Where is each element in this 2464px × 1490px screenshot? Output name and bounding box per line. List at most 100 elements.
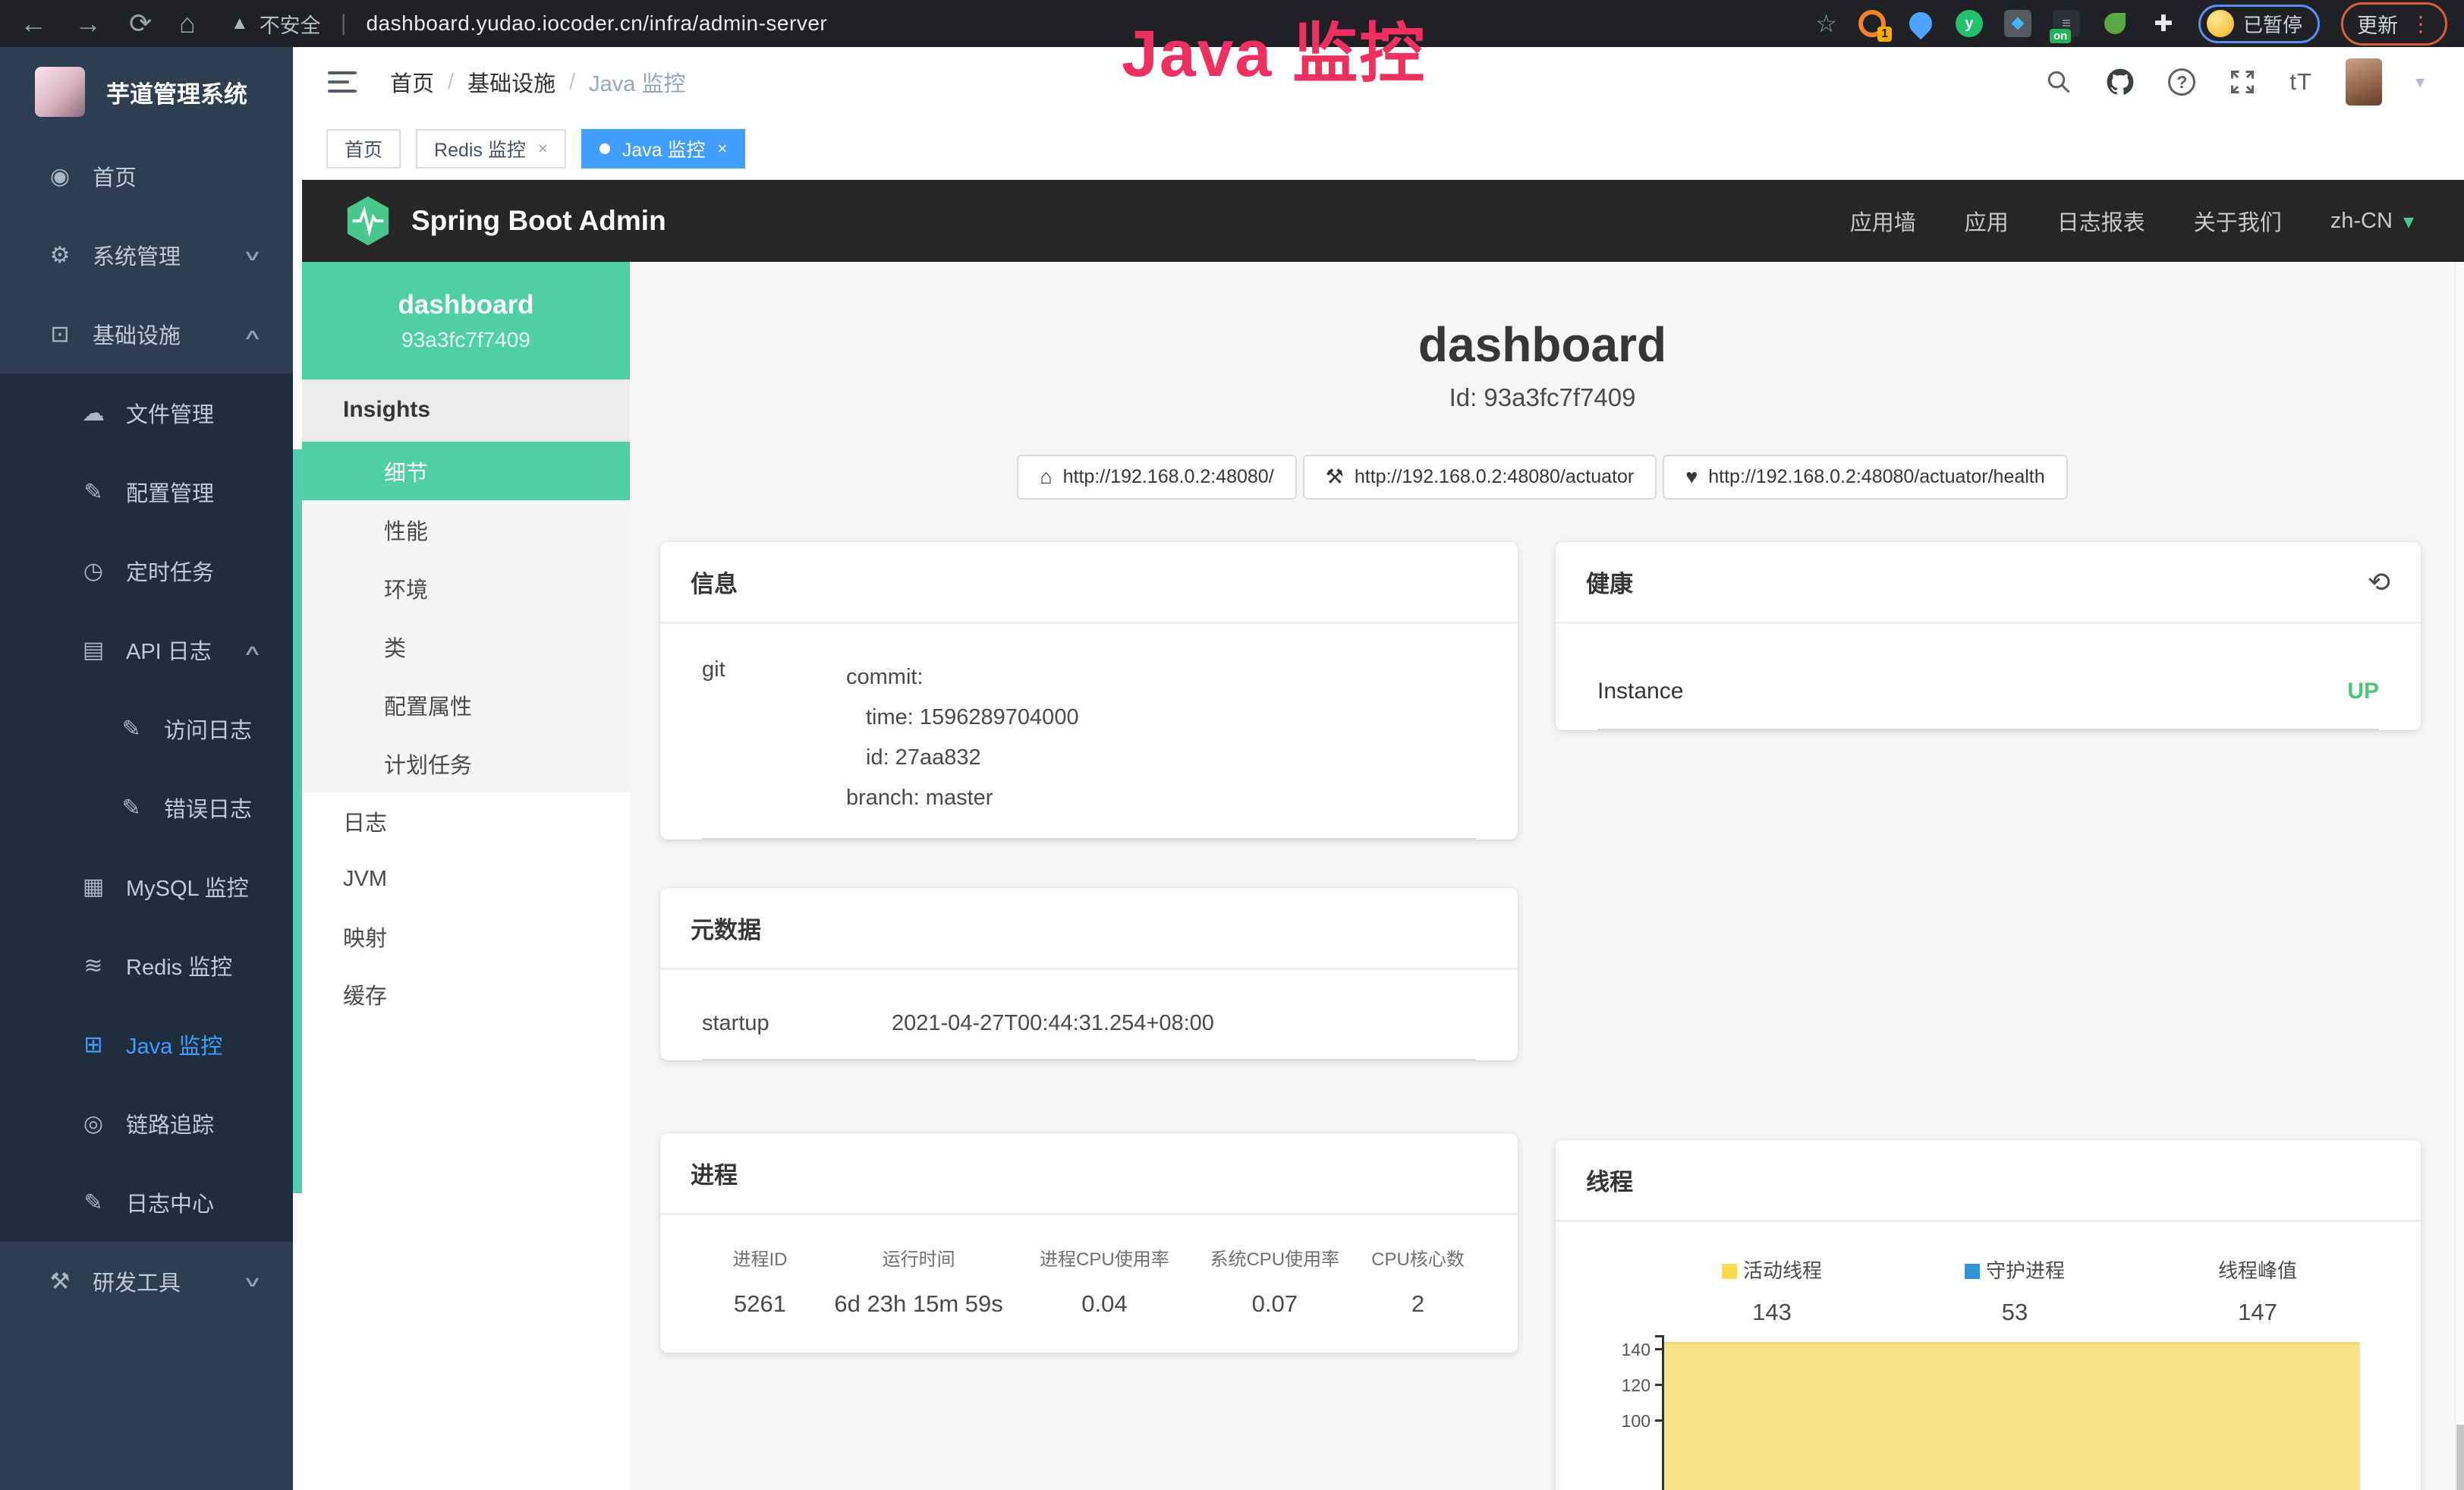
- browser-toolbar: ← → ⟳ ⌂ ▲ 不安全 | dashboard.yudao.iocoder.…: [0, 0, 2464, 47]
- sidebar-item-java-monitor[interactable]: ⊞ Java 监控: [0, 1005, 293, 1084]
- close-icon[interactable]: ×: [718, 139, 728, 159]
- y-tick-100: 100: [1597, 1411, 1651, 1432]
- user-avatar[interactable]: [2346, 58, 2382, 106]
- update-label: 更新: [2357, 9, 2398, 39]
- browser-menu-icon[interactable]: ⋮: [2410, 11, 2431, 36]
- timer-icon: ◷: [76, 558, 111, 584]
- sidebar-item-log-center[interactable]: ✎ 日志中心: [0, 1163, 293, 1242]
- breadcrumb-home[interactable]: 首页: [390, 66, 434, 98]
- extension-pin-icon[interactable]: [1907, 10, 1934, 37]
- health-url-button[interactable]: ♥ http://192.168.0.2:48080/actuator/heal…: [1663, 455, 2067, 499]
- tag-home[interactable]: 首页: [326, 129, 401, 169]
- extension-grid-icon[interactable]: [2004, 10, 2031, 37]
- tag-java-monitor[interactable]: Java 监控 ×: [581, 129, 746, 169]
- chevron-down-icon: ▾: [2403, 209, 2414, 234]
- metadata-row-startup: startup 2021-04-27T00:44:31.254+08:00: [702, 970, 1476, 1060]
- back-icon[interactable]: ←: [20, 8, 47, 39]
- address-separator: |: [341, 11, 347, 36]
- sba-item-jvm[interactable]: JVM: [302, 850, 630, 908]
- sidebar-item-config-manage[interactable]: ✎ 配置管理: [0, 452, 293, 531]
- sba-nav-journal[interactable]: 日志报表: [2057, 205, 2145, 237]
- axis-tick: [1655, 1384, 1662, 1386]
- reload-icon[interactable]: ⟳: [129, 8, 152, 39]
- sba-nav-wallboard[interactable]: 应用墙: [1850, 205, 1916, 237]
- health-row-instance[interactable]: Instance UP: [1597, 624, 2379, 730]
- sidebar-item-label: Java 监控: [126, 1029, 222, 1060]
- sba-item-mappings[interactable]: 映射: [302, 908, 630, 966]
- sidebar-item-redis-monitor[interactable]: ≋ Redis 监控: [0, 926, 293, 1005]
- sba-item-config-props[interactable]: 配置属性: [302, 676, 630, 734]
- extensions-puzzle-icon[interactable]: ✚: [2150, 10, 2177, 37]
- history-icon[interactable]: ⟲: [2368, 566, 2390, 598]
- edit-square-icon: ✎: [114, 795, 149, 821]
- sba-locale-select[interactable]: zh-CN ▾: [2330, 209, 2414, 234]
- live-threads-area: [1664, 1342, 2360, 1490]
- sidebar-item-home[interactable]: ◉ 首页: [0, 137, 293, 216]
- extension-colorzilla-icon[interactable]: 1: [1858, 10, 1886, 37]
- page-title: dashboard: [630, 317, 2455, 373]
- threads-area-chart: 140 120 100: [1597, 1340, 2360, 1490]
- url-text[interactable]: dashboard.yudao.iocoder.cn/infra/admin-s…: [366, 11, 827, 36]
- fullscreen-icon[interactable]: [2229, 68, 2256, 96]
- sidebar-item-label: 定时任务: [126, 555, 214, 587]
- address-bar[interactable]: ▲ 不安全 | dashboard.yudao.iocoder.cn/infra…: [231, 9, 827, 39]
- sidebar-collapse-icon[interactable]: [328, 71, 357, 93]
- page-scrollbar-thumb[interactable]: [2456, 1425, 2464, 1490]
- sidebar-item-api-log[interactable]: ▤ API 日志 ∧: [0, 610, 293, 689]
- browser-update-button[interactable]: 更新 ⋮: [2341, 2, 2447, 46]
- sba-item-scheduled-tasks[interactable]: 计划任务: [302, 734, 630, 792]
- sba-item-details[interactable]: 细节: [302, 442, 630, 500]
- sidebar-item-label: 错误日志: [164, 792, 252, 824]
- sidebar-item-mysql-monitor[interactable]: ▦ MySQL 监控: [0, 847, 293, 926]
- sidebar-item-dev-tools[interactable]: ⚒ 研发工具 ∨: [0, 1242, 293, 1321]
- sba-item-logs[interactable]: 日志: [302, 792, 630, 850]
- extension-switch-icon[interactable]: ≡ on: [2053, 10, 2080, 37]
- sba-section-insights: Insights: [302, 380, 630, 442]
- stack-icon: ≋: [76, 953, 111, 979]
- tag-redis-monitor[interactable]: Redis 监控 ×: [416, 129, 566, 169]
- sba-item-metrics[interactable]: 性能: [302, 500, 630, 559]
- user-menu-caret-icon[interactable]: ▾: [2415, 71, 2425, 93]
- sidebar-item-access-log[interactable]: ✎ 访问日志: [0, 689, 293, 768]
- sidebar-item-system[interactable]: ⚙ 系统管理 ∨: [0, 216, 293, 295]
- sba-item-caches[interactable]: 缓存: [302, 966, 630, 1023]
- iframe-scrollbar-thumb[interactable]: [293, 449, 302, 1193]
- legend-live-value: 143: [1651, 1299, 1893, 1326]
- extension-leaf-icon[interactable]: [2101, 10, 2129, 37]
- breadcrumb-separator: /: [569, 70, 575, 95]
- bookmark-star-icon[interactable]: ☆: [1815, 9, 1837, 38]
- actuator-url-button[interactable]: ⚒ http://192.168.0.2:48080/actuator: [1303, 455, 1657, 499]
- sba-nav-about[interactable]: 关于我们: [2194, 205, 2282, 237]
- sidebar-item-file-manage[interactable]: ☁ 文件管理: [0, 373, 293, 452]
- screen-icon: ⊞: [76, 1032, 111, 1058]
- sidebar-submenu-infra: ☁ 文件管理 ✎ 配置管理 ◷ 定时任务 ▤ API 日志 ∧ ✎ 访问日志 ✎…: [0, 373, 293, 1242]
- sidebar-item-tracing[interactable]: ◎ 链路追踪: [0, 1084, 293, 1163]
- help-icon[interactable]: ?: [2168, 68, 2195, 96]
- iframe-scrollbar[interactable]: [293, 68, 302, 1490]
- profile-paused-pill[interactable]: 已暂停: [2198, 5, 2320, 43]
- extension-y-icon[interactable]: y: [1956, 10, 1983, 37]
- service-url-button[interactable]: ⌂ http://192.168.0.2:48080/: [1017, 455, 1296, 499]
- sidebar-item-error-log[interactable]: ✎ 错误日志: [0, 768, 293, 847]
- admin-header: 首页 / 基础设施 / Java 监控 ? tT ▾: [302, 47, 2464, 117]
- github-icon[interactable]: [2106, 68, 2135, 96]
- app-logo-row[interactable]: 芋道管理系统: [0, 47, 293, 137]
- sba-item-environment[interactable]: 环境: [302, 559, 630, 617]
- breadcrumb-infra[interactable]: 基础设施: [467, 66, 555, 98]
- breadcrumb: 首页 / 基础设施 / Java 监控: [390, 66, 685, 98]
- page-scrollbar[interactable]: [2455, 262, 2464, 1490]
- cpu-cores: 2: [1360, 1290, 1476, 1318]
- sidebar-item-infra[interactable]: ⊡ 基础设施 ∧: [0, 295, 293, 373]
- search-icon[interactable]: [2045, 68, 2072, 96]
- close-icon[interactable]: ×: [538, 139, 548, 159]
- metadata-card: 元数据 startup 2021-04-27T00:44:31.254+08:0…: [660, 888, 1518, 1060]
- sba-brand[interactable]: Spring Boot Admin: [345, 195, 666, 247]
- info-card-title: 信息: [660, 542, 1518, 624]
- sba-item-classes[interactable]: 类: [302, 617, 630, 676]
- sba-nav-applications[interactable]: 应用: [1965, 205, 2009, 237]
- home-icon[interactable]: ⌂: [179, 8, 196, 39]
- eye-icon: ◎: [76, 1110, 111, 1137]
- sidebar-item-scheduled-jobs[interactable]: ◷ 定时任务: [0, 531, 293, 610]
- forward-icon[interactable]: →: [74, 8, 102, 39]
- font-size-icon[interactable]: tT: [2289, 68, 2312, 96]
